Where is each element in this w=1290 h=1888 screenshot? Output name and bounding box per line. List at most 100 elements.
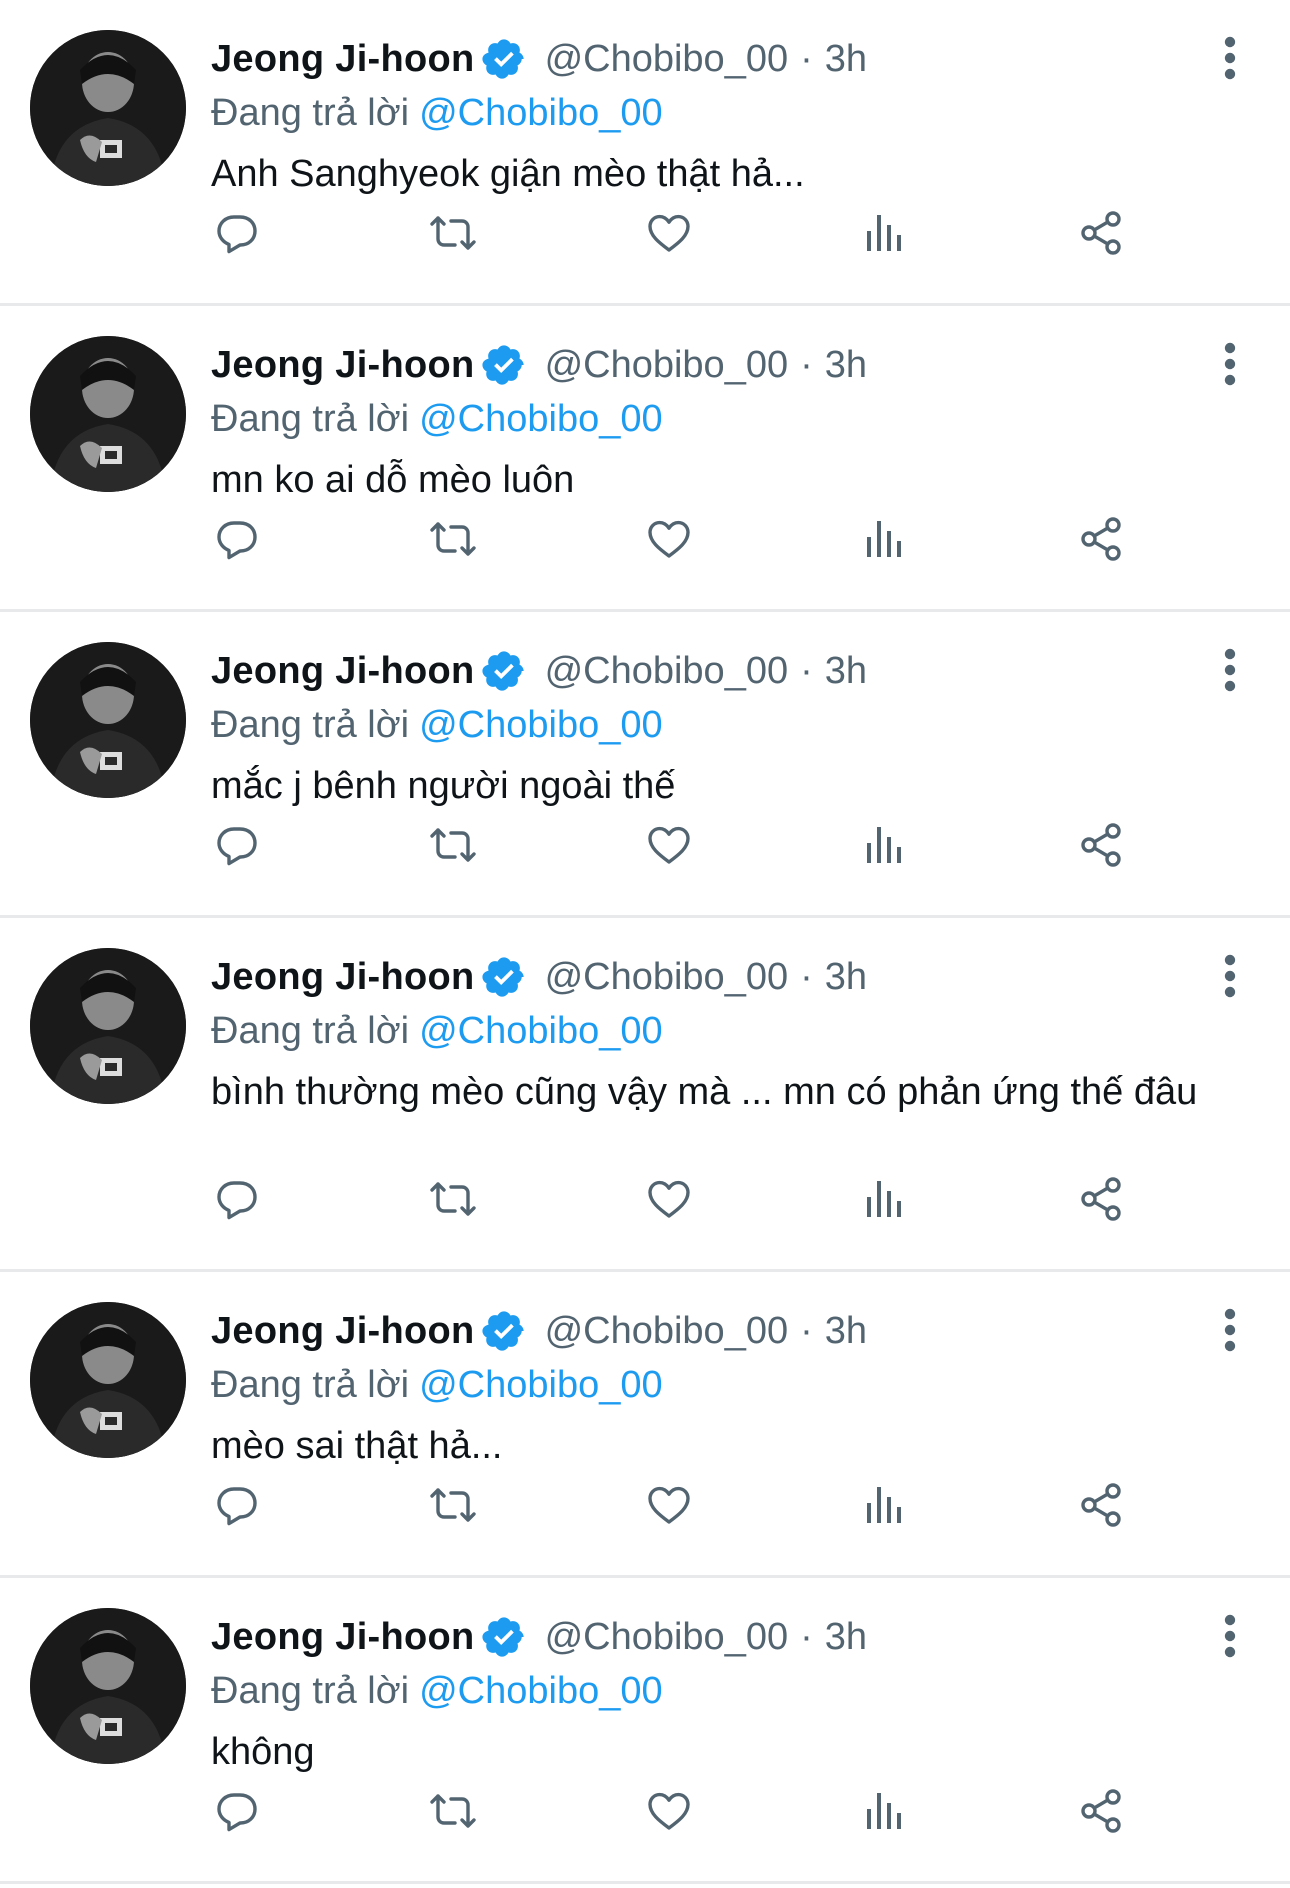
more-vertical-icon[interactable]	[1220, 342, 1240, 386]
display-name[interactable]: Jeong Ji-hoon	[211, 1310, 475, 1353]
tweet[interactable]: Jeong Ji-hoon @Chobibo_00 · 3h Đang trả …	[0, 612, 1290, 918]
reply-prefix: Đang trả lời	[211, 92, 410, 134]
more-vertical-icon[interactable]	[1220, 1614, 1240, 1658]
views-icon[interactable]	[859, 1479, 911, 1531]
display-name[interactable]: Jeong Ji-hoon	[211, 38, 475, 81]
reply-icon[interactable]	[211, 513, 263, 565]
tweet-header: Jeong Ji-hoon @Chobibo_00 · 3h	[211, 948, 1230, 1006]
display-name[interactable]: Jeong Ji-hoon	[211, 650, 475, 693]
tweet-body: Jeong Ji-hoon @Chobibo_00 · 3h Đang trả …	[211, 948, 1230, 1116]
share-icon[interactable]	[1075, 513, 1127, 565]
timestamp[interactable]: 3h	[825, 38, 867, 81]
avatar[interactable]	[30, 336, 186, 492]
handle[interactable]: @Chobibo_00	[545, 650, 789, 693]
tweet-body: Jeong Ji-hoon @Chobibo_00 · 3h Đang trả …	[211, 642, 1230, 810]
tweet-actions	[211, 1173, 1151, 1225]
timestamp[interactable]: 3h	[825, 1616, 867, 1659]
separator-dot: ·	[800, 1615, 813, 1658]
reply-icon[interactable]	[211, 819, 263, 871]
tweet-actions	[211, 1785, 1151, 1837]
views-icon[interactable]	[859, 207, 911, 259]
more-vertical-icon[interactable]	[1220, 36, 1240, 80]
replying-to: Đang trả lời @Chobibo_00	[211, 1360, 1230, 1410]
views-icon[interactable]	[859, 819, 911, 871]
avatar[interactable]	[30, 30, 186, 186]
avatar[interactable]	[30, 948, 186, 1104]
separator-dot: ·	[800, 343, 813, 386]
display-name[interactable]: Jeong Ji-hoon	[211, 956, 475, 999]
share-icon[interactable]	[1075, 207, 1127, 259]
share-icon[interactable]	[1075, 1173, 1127, 1225]
views-icon[interactable]	[859, 1785, 911, 1837]
timestamp[interactable]: 3h	[825, 1310, 867, 1353]
verified-badge-icon	[481, 648, 527, 694]
more-vertical-icon[interactable]	[1220, 954, 1240, 998]
avatar[interactable]	[30, 1608, 186, 1764]
tweet-text: mèo sai thật hả...	[211, 1425, 503, 1467]
tweet-text: mn ko ai dỗ mèo luôn	[211, 459, 575, 501]
tweet[interactable]: Jeong Ji-hoon @Chobibo_00 · 3h Đang trả …	[0, 1578, 1290, 1884]
avatar[interactable]	[30, 1302, 186, 1458]
handle[interactable]: @Chobibo_00	[545, 956, 789, 999]
verified-badge-icon	[481, 954, 527, 1000]
tweet[interactable]: Jeong Ji-hoon @Chobibo_00 · 3h Đang trả …	[0, 1272, 1290, 1578]
reply-icon[interactable]	[211, 1785, 263, 1837]
reply-mention-link[interactable]: @Chobibo_00	[419, 92, 663, 134]
retweet-icon[interactable]	[427, 207, 479, 259]
tweet-body: Jeong Ji-hoon @Chobibo_00 · 3h Đang trả …	[211, 1302, 1230, 1470]
tweet-text: bình thường mèo cũng vậy mà ... mn có ph…	[211, 1071, 1198, 1113]
heart-icon[interactable]	[643, 1479, 695, 1531]
handle[interactable]: @Chobibo_00	[545, 1616, 789, 1659]
share-icon[interactable]	[1075, 1479, 1127, 1531]
display-name[interactable]: Jeong Ji-hoon	[211, 1616, 475, 1659]
heart-icon[interactable]	[643, 513, 695, 565]
timestamp[interactable]: 3h	[825, 956, 867, 999]
retweet-icon[interactable]	[427, 1785, 479, 1837]
reply-mention-link[interactable]: @Chobibo_00	[419, 1670, 663, 1712]
tweet[interactable]: Jeong Ji-hoon @Chobibo_00 · 3h Đang trả …	[0, 306, 1290, 612]
views-icon[interactable]	[859, 1173, 911, 1225]
tweet-body: Jeong Ji-hoon @Chobibo_00 · 3h Đang trả …	[211, 30, 1230, 198]
tweet-header: Jeong Ji-hoon @Chobibo_00 · 3h	[211, 336, 1230, 394]
heart-icon[interactable]	[643, 1785, 695, 1837]
more-vertical-icon[interactable]	[1220, 1308, 1240, 1352]
heart-icon[interactable]	[643, 207, 695, 259]
retweet-icon[interactable]	[427, 1479, 479, 1531]
reply-mention-link[interactable]: @Chobibo_00	[419, 704, 663, 746]
reply-prefix: Đang trả lời	[211, 398, 410, 440]
replying-to: Đang trả lời @Chobibo_00	[211, 1006, 1230, 1056]
retweet-icon[interactable]	[427, 1173, 479, 1225]
heart-icon[interactable]	[643, 1173, 695, 1225]
separator-dot: ·	[800, 1309, 813, 1352]
reply-prefix: Đang trả lời	[211, 704, 410, 746]
reply-mention-link[interactable]: @Chobibo_00	[419, 398, 663, 440]
tweet[interactable]: Jeong Ji-hoon @Chobibo_00 · 3h Đang trả …	[0, 0, 1290, 306]
tweet-header: Jeong Ji-hoon @Chobibo_00 · 3h	[211, 1608, 1230, 1666]
verified-badge-icon	[481, 342, 527, 388]
timestamp[interactable]: 3h	[825, 650, 867, 693]
separator-dot: ·	[800, 955, 813, 998]
reply-mention-link[interactable]: @Chobibo_00	[419, 1364, 663, 1406]
more-vertical-icon[interactable]	[1220, 648, 1240, 692]
tweet-header: Jeong Ji-hoon @Chobibo_00 · 3h	[211, 642, 1230, 700]
handle[interactable]: @Chobibo_00	[545, 38, 789, 81]
share-icon[interactable]	[1075, 819, 1127, 871]
reply-mention-link[interactable]: @Chobibo_00	[419, 1010, 663, 1052]
avatar[interactable]	[30, 642, 186, 798]
retweet-icon[interactable]	[427, 513, 479, 565]
reply-icon[interactable]	[211, 1479, 263, 1531]
replying-to: Đang trả lời @Chobibo_00	[211, 700, 1230, 750]
handle[interactable]: @Chobibo_00	[545, 1310, 789, 1353]
heart-icon[interactable]	[643, 819, 695, 871]
share-icon[interactable]	[1075, 1785, 1127, 1837]
tweet-header: Jeong Ji-hoon @Chobibo_00 · 3h	[211, 30, 1230, 88]
display-name[interactable]: Jeong Ji-hoon	[211, 344, 475, 387]
timestamp[interactable]: 3h	[825, 344, 867, 387]
reply-prefix: Đang trả lời	[211, 1010, 410, 1052]
reply-icon[interactable]	[211, 1173, 263, 1225]
tweet[interactable]: Jeong Ji-hoon @Chobibo_00 · 3h Đang trả …	[0, 918, 1290, 1272]
views-icon[interactable]	[859, 513, 911, 565]
retweet-icon[interactable]	[427, 819, 479, 871]
handle[interactable]: @Chobibo_00	[545, 344, 789, 387]
reply-icon[interactable]	[211, 207, 263, 259]
